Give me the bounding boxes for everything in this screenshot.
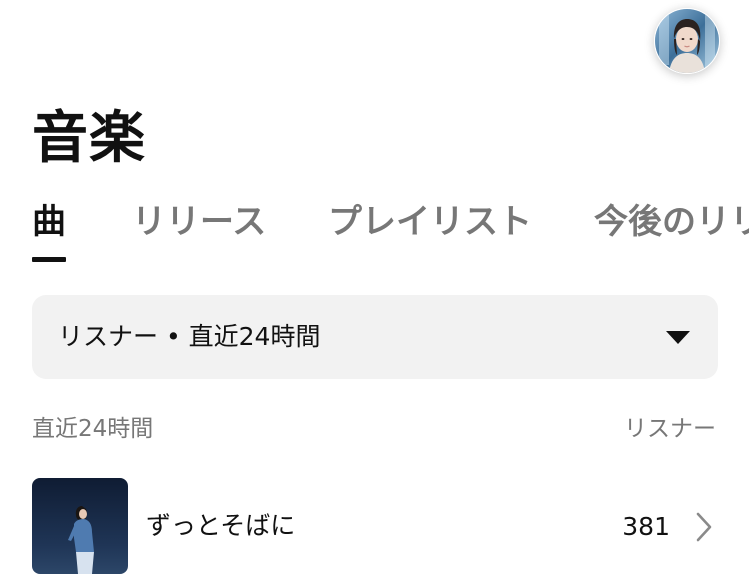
tab-upcoming-releases[interactable]: 今後のリリース [594,198,749,246]
avatar-image [655,9,719,73]
metric-heading: リスナー [624,416,716,442]
profile-avatar[interactable] [654,8,720,74]
period-heading: 直近24時間 [32,416,154,442]
song-title: ずっとそばに [146,511,296,540]
chevron-right-icon [694,511,714,543]
tab-bar: 曲 リリース プレイリスト 今後のリリース [32,198,749,264]
tab-playlists[interactable]: プレイリスト [328,198,532,246]
song-row[interactable]: ずっとそばに 381 [32,478,718,576]
dropdown-selected-value: リスナー • 直近24時間 [58,322,321,351]
active-tab-indicator [32,257,66,262]
listener-count: 381 [622,512,670,541]
caret-down-icon [666,331,690,344]
song-artwork [32,478,128,574]
artwork-image [32,478,128,574]
listener-period-dropdown[interactable]: リスナー • 直近24時間 [32,295,718,379]
tab-releases[interactable]: リリース [132,198,266,246]
tab-songs[interactable]: 曲 [32,198,66,246]
page-title: 音楽 [32,106,146,171]
